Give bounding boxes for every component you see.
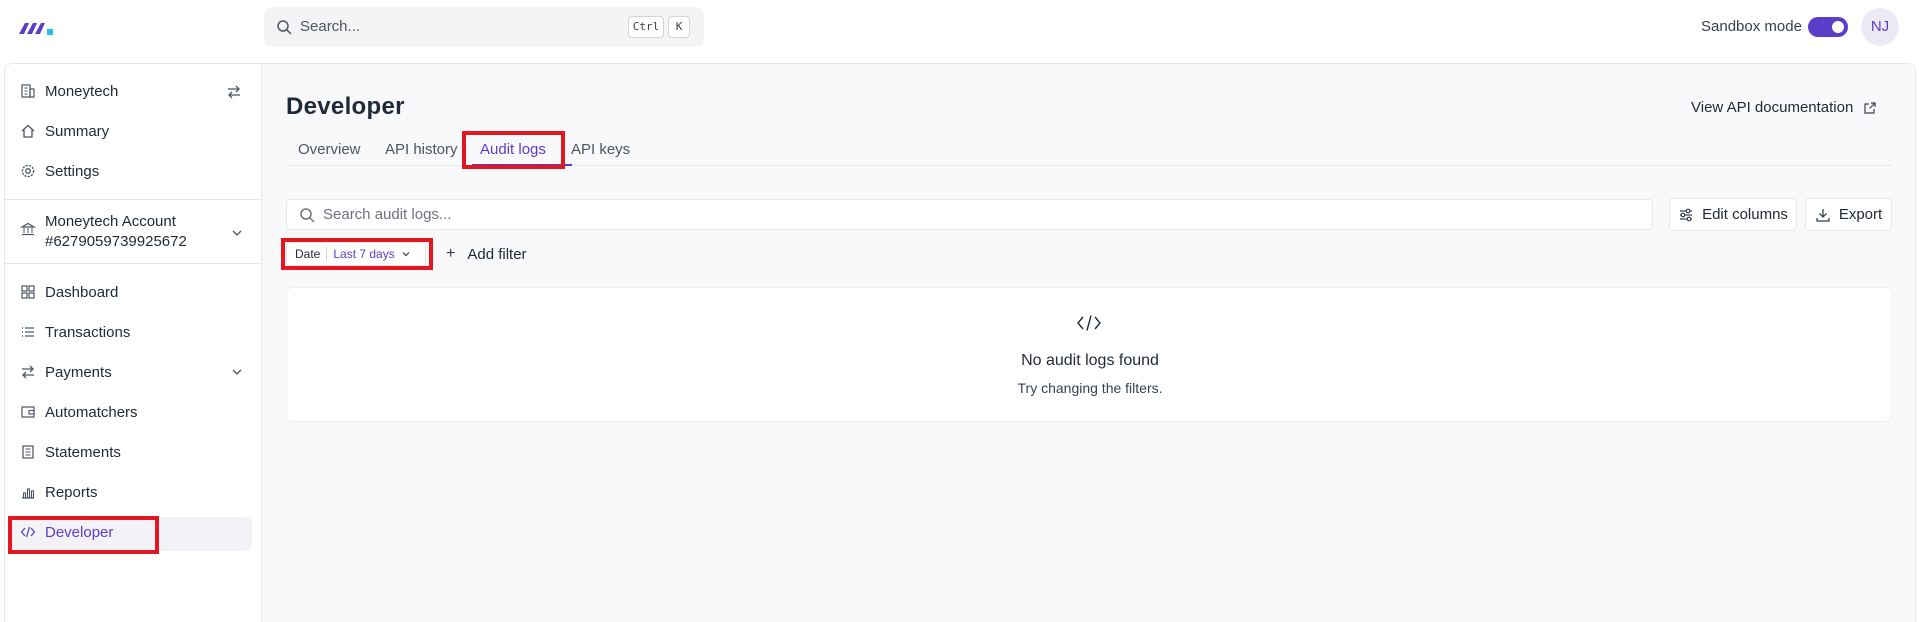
arrows-icon (22, 365, 34, 379)
api-doc-label: View API documentation (1691, 99, 1854, 116)
sidebar-item-reports[interactable]: Reports (20, 477, 98, 507)
view-api-documentation-link[interactable]: View API documentation (1691, 99, 1877, 116)
document-icon (22, 445, 34, 459)
chevron-down-icon[interactable] (230, 365, 244, 379)
sidebar-divider (4, 199, 262, 200)
sidebar-item-label: Payments (45, 363, 112, 381)
top-bar: Search... Ctrl K Sandbox mode NJ (0, 0, 1919, 63)
sidebar-item-payments[interactable]: Payments (20, 357, 112, 387)
sidebar-item-summary[interactable]: Summary (20, 116, 109, 146)
sidebar-item-label: Dashboard (45, 283, 119, 301)
audit-search-placeholder: Search audit logs... (323, 206, 452, 223)
empty-state-card: No audit logs found Try changing the fil… (286, 287, 1892, 422)
plus-icon: + (446, 245, 456, 262)
date-filter-value: Last 7 days (333, 247, 395, 261)
sidebar-item-settings[interactable]: Settings (20, 156, 99, 186)
global-search-placeholder: Search... (300, 18, 361, 35)
add-filter-button[interactable]: + Add filter (446, 245, 527, 263)
code-icon (20, 526, 36, 538)
account-name: Moneytech Account (45, 213, 176, 230)
gear-icon (21, 164, 35, 178)
sidebar-item-label: Transactions (45, 323, 131, 341)
export-button[interactable]: Export (1805, 198, 1892, 231)
user-avatar[interactable]: NJ (1861, 8, 1899, 46)
active-tab-underline (472, 164, 572, 166)
sidebar-item-label: Statements (45, 443, 121, 461)
edit-columns-label: Edit columns (1702, 206, 1788, 223)
sidebar-item-dashboard[interactable]: Dashboard (20, 277, 118, 307)
sidebar-item-label: Settings (45, 162, 100, 180)
building-icon (21, 84, 35, 98)
shortcut-k-key: K (668, 16, 690, 38)
sidebar-divider (4, 263, 262, 264)
wallet-icon (21, 406, 35, 418)
sidebar-item-label: Reports (45, 483, 98, 501)
sidebar-item-developer[interactable]: Developer (20, 517, 113, 547)
tab-api-history[interactable]: API history (385, 141, 458, 158)
shortcut-ctrl-key: Ctrl (628, 16, 664, 38)
search-icon (300, 208, 315, 223)
date-filter-chip[interactable]: Date Last 7 days (286, 242, 426, 266)
bank-icon (20, 222, 36, 236)
list-icon (22, 327, 34, 337)
tab-overview[interactable]: Overview (298, 141, 361, 158)
org-switcher[interactable]: Moneytech (20, 76, 118, 106)
download-icon (1816, 208, 1830, 222)
chevron-down-icon[interactable] (230, 226, 244, 240)
home-icon (21, 124, 35, 138)
org-name: Moneytech (45, 82, 119, 100)
switch-org-icon[interactable] (226, 84, 242, 100)
add-filter-label: Add filter (467, 245, 527, 263)
tab-bar: Overview API history Audit logs API keys (286, 134, 1892, 166)
chip-separator (326, 247, 328, 261)
search-icon (277, 20, 292, 35)
tab-audit-logs[interactable]: Audit logs (480, 141, 546, 158)
sidebar-item-label: Summary (45, 122, 110, 140)
global-search-input[interactable]: Search... Ctrl K (264, 7, 704, 47)
empty-state-title: No audit logs found (1021, 352, 1159, 369)
sandbox-mode-toggle[interactable] (1808, 17, 1848, 37)
sidebar-item-statements[interactable]: Statements (20, 437, 121, 467)
account-number: #6279059739925672 (45, 233, 187, 250)
sidebar-item-transactions[interactable]: Transactions (20, 317, 130, 347)
export-label: Export (1838, 206, 1883, 223)
code-icon (1077, 315, 1101, 331)
empty-state-subtitle: Try changing the filters. (1017, 380, 1163, 396)
sidebar-item-automatchers[interactable]: Automatchers (20, 397, 138, 427)
account-selector[interactable]: Moneytech Account #6279059739925672 (20, 212, 187, 252)
app-logo[interactable] (18, 18, 60, 38)
grid-icon (21, 285, 35, 299)
external-link-icon (1864, 101, 1876, 114)
date-filter-label: Date (295, 247, 321, 261)
sliders-icon (1680, 208, 1693, 221)
page-title: Developer (286, 93, 405, 120)
sidebar: Moneytech Summary Settings Moneytech Acc… (4, 63, 262, 622)
chevron-down-icon (402, 252, 410, 257)
bar-chart-icon (22, 488, 35, 499)
edit-columns-button[interactable]: Edit columns (1669, 198, 1797, 231)
audit-log-search-input[interactable]: Search audit logs... (286, 199, 1653, 230)
sandbox-mode-label: Sandbox mode (1701, 18, 1802, 35)
sidebar-item-label: Automatchers (45, 403, 138, 421)
sidebar-item-label: Developer (45, 523, 114, 541)
tab-api-keys[interactable]: API keys (571, 141, 630, 158)
